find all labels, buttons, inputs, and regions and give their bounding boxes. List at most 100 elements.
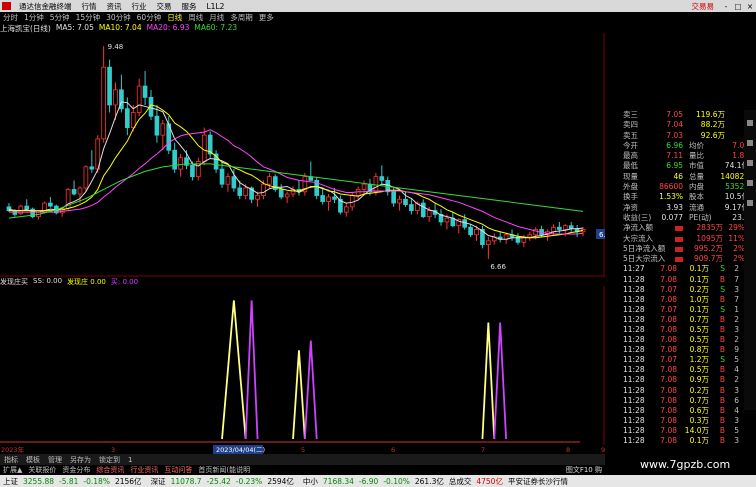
subtab-expand[interactable]: 扩展▲ <box>0 465 25 475</box>
tick-side: B <box>719 325 725 335</box>
indicator-tab-bar: 指标 模板 管理 另存为 锁定到 1 <box>0 454 605 465</box>
period-tab-1[interactable]: 1分钟 <box>21 12 47 23</box>
candle-body <box>130 112 136 128</box>
flow-label: 大宗流入 <box>623 233 653 243</box>
side-icon-2[interactable] <box>747 140 753 146</box>
candle-body <box>83 166 89 189</box>
candle-body <box>332 196 337 200</box>
index-name-0[interactable]: 上证 <box>3 476 18 487</box>
menu-item-quotes[interactable]: 行情 <box>77 1 102 12</box>
tick-count: 4 <box>734 365 739 375</box>
tick-row-7: 11:28 7.08 0.5万 B 2 <box>623 335 756 345</box>
subtab-general-news[interactable]: 综合资讯 <box>93 465 127 475</box>
period-tab-9[interactable]: 多周期 <box>227 12 256 23</box>
tick-time: 11:28 <box>623 274 645 284</box>
index-name-1[interactable]: 深证 <box>151 476 166 487</box>
period-tab-7[interactable]: 周线 <box>185 12 206 23</box>
menu-item-industry[interactable]: 行业 <box>127 1 152 12</box>
period-tab-5[interactable]: 60分钟 <box>134 12 165 23</box>
index-change-2: -6.90 <box>358 476 379 486</box>
tick-price: 7.07 <box>660 284 677 294</box>
side-icon-4[interactable] <box>747 180 753 186</box>
tab-template[interactable]: 模板 <box>22 455 44 465</box>
tick-row-1: 11:28 7.08 0.1万 B 7 <box>623 275 756 285</box>
tick-time: 11:28 <box>623 284 645 294</box>
flow-value: 1095万 <box>696 233 723 243</box>
app-name: 通达信金融终端 <box>19 1 72 11</box>
menu-item-trade[interactable]: 交易 <box>152 1 177 12</box>
subtab-industry-news[interactable]: 行业资讯 <box>127 465 161 475</box>
stat-label: 现量 <box>623 171 638 181</box>
tick-side: B <box>719 415 725 425</box>
flow-label: 净流入额 <box>623 223 653 233</box>
subtab-headline[interactable]: 首页新闻(能说明 <box>195 465 253 475</box>
flow-pct: 11% <box>728 233 745 243</box>
tab-indicator[interactable]: 指标 <box>0 455 22 465</box>
tick-side: B <box>719 385 725 395</box>
minimize-button[interactable]: - <box>720 2 732 11</box>
menu-item-news[interactable]: 资讯 <box>102 1 127 12</box>
side-icon-1[interactable] <box>747 120 753 126</box>
tick-time: 11:28 <box>623 314 645 324</box>
tick-row-11: 11:28 7.08 0.9万 B 2 <box>623 375 756 385</box>
period-tab-3[interactable]: 15分钟 <box>73 12 104 23</box>
tick-row-16: 11:28 7.08 14.0万 B 5 <box>623 426 756 436</box>
current-price-label: 6.99 <box>599 231 605 239</box>
tab-manage[interactable]: 管理 <box>44 455 66 465</box>
tick-row-10: 11:28 7.08 0.5万 B 4 <box>623 365 756 375</box>
stat-row-6: 净资 3.93 流通 9.17亿 <box>623 203 756 213</box>
menu-item-service[interactable]: 服务 <box>177 1 202 12</box>
tick-row-13: 11:28 7.08 0.7万 B 6 <box>623 396 756 406</box>
close-button[interactable]: × <box>744 2 756 11</box>
stat-row-0: 今开 6.96 均价 7.07 <box>623 141 756 151</box>
tick-time: 11:28 <box>623 395 645 405</box>
candlestick-chart[interactable]: 8.608.408.208.007.807.607.407.207.006.80… <box>0 33 605 277</box>
subtab-fund-distribution[interactable]: 资金分布 <box>59 465 93 475</box>
tab-one[interactable]: 1 <box>124 456 136 464</box>
status-bar: 上证 3255.88 -5.81 -0.18% 2156亿 深证 11078.7 -25.42… <box>0 475 756 487</box>
stat-label-2: 内盘 <box>689 182 704 192</box>
stat-label: 换手 <box>623 192 638 202</box>
trade-shortcut-button[interactable]: 交易易 <box>692 1 715 12</box>
maximize-button[interactable]: □ <box>732 2 744 11</box>
subtab-qa[interactable]: 互动问答 <box>161 465 195 475</box>
menu-item-l1l2[interactable]: L1L2 <box>202 2 230 11</box>
candle-body <box>278 189 284 198</box>
indicator-chart[interactable]: 20.0018.0016.0014.0012.0010.008.006.004.… <box>0 286 605 445</box>
subtab-f10[interactable]: 图文F10 购 <box>563 465 605 475</box>
period-tab-4[interactable]: 30分钟 <box>103 12 134 23</box>
side-tool-strip[interactable] <box>744 110 756 410</box>
subtab-related-quotes[interactable]: 关联报价 <box>25 465 59 475</box>
index-name-2[interactable]: 中小 <box>303 476 318 487</box>
watermark: www.7gpzb.com <box>640 458 731 471</box>
stat-value: 6.95 <box>666 161 683 171</box>
tick-volume: 0.5万 <box>689 335 709 345</box>
news-ticker[interactable]: 平安证券长沙行情 <box>508 476 568 487</box>
stat-row-4: 外盘 86600 内盘 53529 <box>623 182 756 192</box>
period-tab-8[interactable]: 月线 <box>206 12 227 23</box>
side-icon-3[interactable] <box>747 160 753 166</box>
side-icon-5[interactable] <box>747 200 753 206</box>
tick-count: 3 <box>734 325 739 335</box>
period-tab-0[interactable]: 分时 <box>0 12 21 23</box>
candle-body <box>201 134 207 162</box>
candle-body <box>24 205 30 210</box>
stat-label: 今开 <box>623 140 638 150</box>
tick-volume: 0.7万 <box>689 395 709 405</box>
tick-price: 7.07 <box>660 304 677 314</box>
ma-legend: 上海凯宝(日线) MA5: 7.05 MA10: 7.04 MA20: 6.93 MA… <box>0 23 237 33</box>
tick-count: 5 <box>734 425 739 435</box>
tick-count: 5 <box>734 355 739 365</box>
high-price-mark: 9.48 <box>108 43 124 51</box>
chart-title: 上海凯宝(日线) <box>0 24 51 33</box>
tick-price: 7.07 <box>660 355 677 365</box>
tick-volume: 0.5万 <box>689 365 709 375</box>
period-tab-6[interactable]: 日线 <box>164 12 185 23</box>
period-tab-10[interactable]: 更多 <box>256 12 277 23</box>
tab-save-as[interactable]: 另存为 <box>66 455 95 465</box>
stat-row-7: 收益(三) 0.077 PE(动) 23.1 <box>623 213 756 223</box>
period-tab-2[interactable]: 5分钟 <box>47 12 73 23</box>
tab-lock[interactable]: 锁定到 <box>95 455 124 465</box>
tick-volume: 0.7万 <box>689 314 709 324</box>
candle-body <box>397 198 402 204</box>
